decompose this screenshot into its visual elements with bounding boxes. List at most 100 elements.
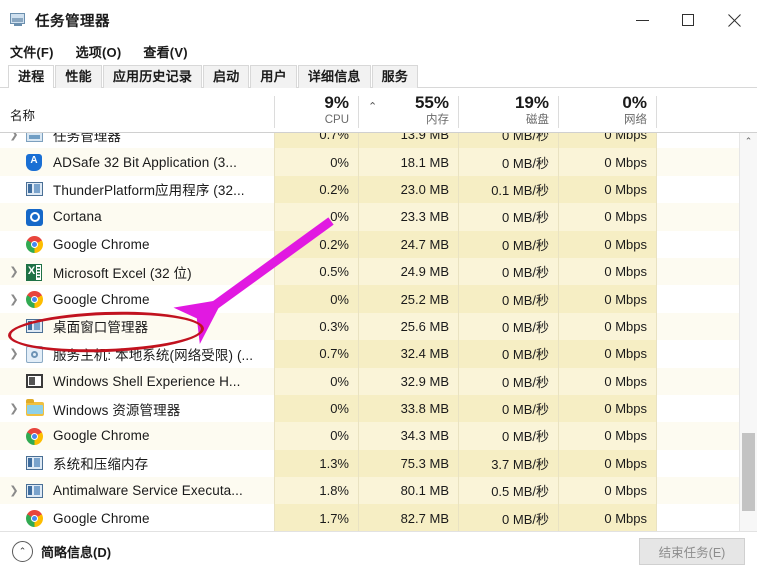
process-cpu-value: 0% — [274, 422, 358, 449]
table-row[interactable]: ❯服务主机: 本地系统(网络受限) (...0.7%32.4 MB0 MB/秒0… — [0, 340, 757, 367]
process-mem-value: 23.3 MB — [358, 203, 458, 230]
cell-divider — [656, 133, 657, 148]
process-net-value: 0 Mbps — [558, 176, 656, 203]
expand-chevron-icon[interactable]: ❯ — [6, 293, 22, 306]
process-net-value: 0 Mbps — [558, 258, 656, 285]
column-header-network[interactable]: 0% 网络 — [558, 88, 656, 132]
column-header-memory[interactable]: 55% 内存 — [358, 88, 458, 132]
process-disk-value: 0 MB/秒 — [458, 422, 558, 449]
expander-spacer: ❯ — [6, 457, 22, 470]
process-disk-value: 0 MB/秒 — [458, 504, 558, 531]
process-name-label: Cortana — [53, 209, 102, 224]
process-name-label: Google Chrome — [53, 292, 150, 307]
process-name-cell[interactable]: ❯系统和压缩内存 — [0, 450, 274, 477]
column-header-cpu[interactable]: 9% CPU — [274, 88, 358, 132]
scroll-up-button[interactable]: ⌃ — [740, 133, 757, 150]
fewer-details-button[interactable]: ⌃ 简略信息(D) — [12, 541, 111, 562]
cell-divider — [656, 504, 657, 531]
process-cpu-value: 0% — [274, 203, 358, 230]
process-name-cell[interactable]: ❯Google Chrome — [0, 231, 274, 258]
title-bar[interactable]: 任务管理器 — [0, 0, 757, 40]
process-disk-value: 0.5 MB/秒 — [458, 477, 558, 504]
process-name-cell[interactable]: ❯Windows 资源管理器 — [0, 395, 274, 422]
minimize-button[interactable] — [619, 0, 665, 40]
process-name-cell[interactable]: ❯Google Chrome — [0, 422, 274, 449]
process-name-cell[interactable]: ❯Microsoft Excel (32 位) — [0, 258, 274, 285]
table-row[interactable]: ❯Google Chrome0.2%24.7 MB0 MB/秒0 Mbps — [0, 231, 757, 258]
process-list[interactable]: ❯任务管理器0.7%13.9 MB0 MB/秒0 Mbps❯ADSafe 32 … — [0, 133, 757, 545]
process-name-label: ThunderPlatform应用程序 (32... — [53, 179, 245, 199]
process-mem-value: 82.7 MB — [358, 504, 458, 531]
expand-chevron-icon[interactable]: ❯ — [6, 402, 22, 415]
process-name-cell[interactable]: ❯Cortana — [0, 203, 274, 230]
process-name-cell[interactable]: ❯ADSafe 32 Bit Application (3... — [0, 148, 274, 175]
column-divider-5[interactable] — [656, 96, 657, 128]
table-row[interactable]: ❯任务管理器0.7%13.9 MB0 MB/秒0 Mbps — [0, 133, 757, 148]
column-header-row: 名称 9% CPU ⌃ 55% 内存 19% 磁盘 0% 网络 — [0, 88, 757, 133]
expand-chevron-icon[interactable]: ❯ — [6, 484, 22, 497]
process-net-value: 0 Mbps — [558, 368, 656, 395]
tab-details[interactable]: 详细信息 — [298, 65, 371, 88]
process-name-cell[interactable]: ❯Google Chrome — [0, 504, 274, 531]
process-mem-value: 24.7 MB — [358, 231, 458, 258]
tab-performance[interactable]: 性能 — [55, 65, 101, 88]
tab-processes[interactable]: 进程 — [8, 65, 54, 88]
process-name-cell[interactable]: ❯桌面窗口管理器 — [0, 313, 274, 340]
end-task-button[interactable]: 结束任务(E) — [639, 538, 745, 565]
scrollbar-thumb[interactable] — [742, 433, 755, 511]
column-header-name[interactable]: 名称 — [10, 88, 35, 132]
table-row[interactable]: ❯Google Chrome0%34.3 MB0 MB/秒0 Mbps — [0, 422, 757, 449]
process-name-cell[interactable]: ❯ Google Chrome — [0, 285, 274, 312]
process-cpu-value: 1.3% — [274, 450, 358, 477]
table-row[interactable]: ❯Cortana0%23.3 MB0 MB/秒0 Mbps — [0, 203, 757, 230]
expand-chevron-icon[interactable]: ❯ — [6, 265, 22, 278]
process-cpu-value: 0.2% — [274, 176, 358, 203]
process-disk-value: 0 MB/秒 — [458, 395, 558, 422]
process-cpu-value: 0% — [274, 148, 358, 175]
table-row[interactable]: ❯ThunderPlatform应用程序 (32...0.2%23.0 MB0.… — [0, 176, 757, 203]
cell-divider — [656, 450, 657, 477]
process-mem-value: 32.4 MB — [358, 340, 458, 367]
table-row[interactable]: ❯Google Chrome1.7%82.7 MB0 MB/秒0 Mbps — [0, 504, 757, 531]
menu-item-options[interactable]: 选项(O) — [76, 42, 122, 61]
cell-divider — [656, 422, 657, 449]
cell-divider — [656, 258, 657, 285]
process-name-label: ADSafe 32 Bit Application (3... — [53, 155, 237, 170]
menu-item-view[interactable]: 查看(V) — [143, 42, 187, 61]
cell-divider — [656, 285, 657, 312]
table-row[interactable]: ❯Microsoft Excel (32 位)0.5%24.9 MB0 MB/秒… — [0, 258, 757, 285]
process-net-value: 0 Mbps — [558, 148, 656, 175]
process-name-cell[interactable]: ❯ThunderPlatform应用程序 (32... — [0, 176, 274, 203]
process-name-cell[interactable]: ❯Windows Shell Experience H... — [0, 368, 274, 395]
maximize-button[interactable] — [665, 0, 711, 40]
column-header-disk[interactable]: 19% 磁盘 — [458, 88, 558, 132]
tab-startup[interactable]: 启动 — [203, 65, 249, 88]
tab-app-history[interactable]: 应用历史记录 — [103, 65, 202, 88]
process-cpu-value: 0% — [274, 368, 358, 395]
task-manager-icon — [10, 12, 27, 28]
expand-chevron-icon[interactable]: ❯ — [6, 133, 22, 141]
expand-chevron-icon[interactable]: ❯ — [6, 347, 22, 360]
table-row[interactable]: ❯Antimalware Service Executa...1.8%80.1 … — [0, 477, 757, 504]
menu-item-file[interactable]: 文件(F) — [10, 42, 54, 61]
table-row[interactable]: ❯ADSafe 32 Bit Application (3...0%18.1 M… — [0, 148, 757, 175]
process-name-label: 任务管理器 — [53, 133, 121, 145]
close-button[interactable] — [711, 0, 757, 40]
tab-users[interactable]: 用户 — [250, 65, 296, 88]
process-mem-value: 34.3 MB — [358, 422, 458, 449]
process-cpu-value: 0% — [274, 395, 358, 422]
expander-spacer: ❯ — [6, 320, 22, 333]
network-percent: 0% — [622, 93, 647, 113]
table-row[interactable]: ❯Google Chrome0%25.2 MB0 MB/秒0 Mbps — [0, 285, 757, 312]
process-name-cell[interactable]: ❯Antimalware Service Executa... — [0, 477, 274, 504]
process-name-cell[interactable]: ❯ 任务管理器 — [0, 133, 274, 148]
process-name-label: Google Chrome — [53, 428, 150, 443]
table-row[interactable]: ❯Windows 资源管理器0%33.8 MB0 MB/秒0 Mbps — [0, 395, 757, 422]
table-row[interactable]: ❯系统和压缩内存1.3%75.3 MB3.7 MB/秒0 Mbps — [0, 450, 757, 477]
vertical-scrollbar[interactable]: ⌃ ⌄ — [739, 133, 757, 545]
expander-spacer: ❯ — [6, 238, 22, 251]
table-row[interactable]: ❯桌面窗口管理器0.3%25.6 MB0 MB/秒0 Mbps — [0, 313, 757, 340]
table-row[interactable]: ❯Windows Shell Experience H...0%32.9 MB0… — [0, 368, 757, 395]
process-name-cell[interactable]: ❯服务主机: 本地系统(网络受限) (... — [0, 340, 274, 367]
tab-services[interactable]: 服务 — [372, 65, 418, 88]
